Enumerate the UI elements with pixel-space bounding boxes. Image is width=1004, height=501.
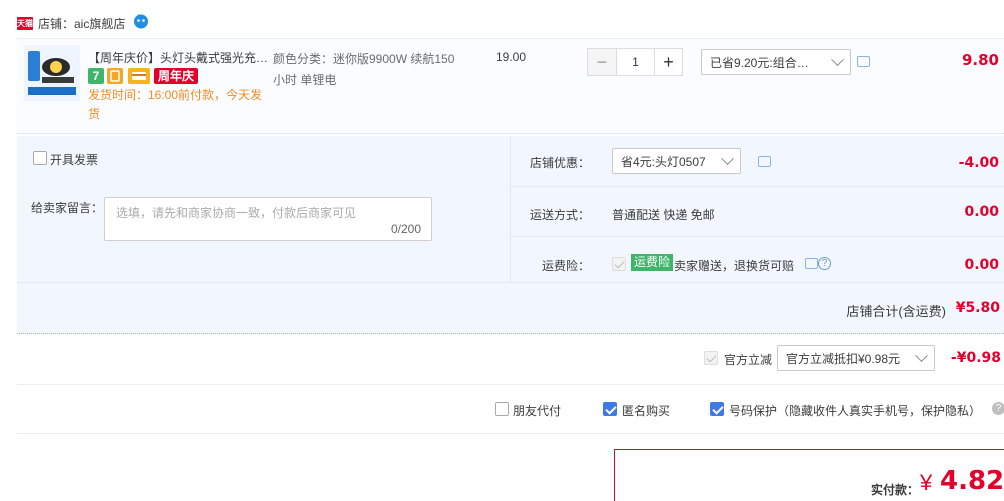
shop-total-label: 店铺合计(含运费) [846, 304, 946, 319]
shop-total-value: ¥5.80 [955, 300, 1000, 316]
quantity-stepper: − 1 + [587, 48, 683, 76]
question-icon[interactable]: ? [992, 402, 1004, 415]
divider [17, 282, 1004, 283]
qty-decrease-button[interactable]: − [588, 49, 616, 75]
shop-name[interactable]: 店铺：aic旗舰店 [38, 15, 125, 32]
shipping-method: 普通配送 快递 免邮 [612, 208, 715, 222]
seven-day-return-badge: 7 [88, 68, 104, 84]
shipping-amount: 0.00 [964, 204, 999, 220]
invoice-checkbox[interactable] [33, 151, 47, 165]
wangwang-chat-icon[interactable] [133, 13, 149, 29]
seller-message-input[interactable]: 选填，请先和商家协商一致，付款后商家可见 0/200 [104, 197, 432, 241]
anonymous-checkbox[interactable] [603, 402, 617, 416]
chevron-down-icon [831, 52, 844, 66]
chevron-down-icon [721, 151, 734, 165]
invoice-label[interactable]: 开具发票 [50, 151, 98, 168]
friend-pay-label[interactable]: 朋友代付 [513, 402, 561, 419]
help-icon[interactable]: ? [818, 257, 831, 270]
insurance-tag: 运费险 [631, 254, 674, 271]
shop-coupon-label: 店铺优惠： [529, 156, 590, 170]
shop-coupon-value: 省4元:头灯0507 [621, 154, 706, 169]
quantity-input[interactable]: 1 [616, 49, 654, 75]
qty-increase-button[interactable]: + [654, 49, 682, 75]
comment-icon[interactable] [758, 156, 771, 167]
divider [510, 236, 1004, 237]
payment-amount: 4.82 [940, 466, 1004, 496]
divider [510, 186, 1004, 187]
insurance-amount: 0.00 [964, 257, 999, 273]
anonymous-label[interactable]: 匿名购买 [622, 402, 670, 419]
number-protect-checkbox[interactable] [710, 402, 724, 416]
payment-label: 实付款： [871, 483, 920, 497]
guarantee-badge-icon [107, 68, 123, 84]
insurance-label: 运费险： [541, 259, 590, 273]
ship-time-note: 发货时间：16:00前付款，今天发货 [88, 88, 263, 121]
shipping-label: 运送方式： [529, 208, 590, 222]
unit-price: 19.00 [496, 50, 527, 64]
number-protect-label[interactable]: 号码保护（隐藏收件人真实手机号，保护隐私） [729, 402, 981, 419]
comment-icon[interactable] [805, 258, 818, 269]
product-thumbnail[interactable] [24, 45, 80, 101]
official-discount-select[interactable]: 官方立减抵扣¥0.98元 [777, 345, 935, 371]
official-discount-value: 官方立减抵扣¥0.98元 [786, 351, 901, 366]
divider [17, 433, 1004, 434]
message-char-count: 0/200 [390, 222, 421, 236]
card-pay-badge-icon [128, 68, 150, 84]
friend-pay-checkbox[interactable] [495, 402, 509, 416]
combo-discount-value: 已省9.20元:组合… [710, 55, 809, 70]
combo-discount-select[interactable]: 已省9.20元:组合… [701, 49, 851, 75]
official-discount-label: 官方立减 [724, 353, 773, 367]
item-sku: 颜色分类：迷你版9900W 续航150小时 单锂电 [273, 52, 455, 87]
insurance-checkbox [612, 257, 626, 271]
item-title[interactable]: 【周年庆价】头灯头戴式强光充… [88, 49, 270, 66]
tmall-logo: 天猫 [17, 17, 33, 30]
official-discount-checkbox [704, 351, 718, 365]
shop-coupon-amount: -4.00 [958, 155, 999, 171]
comment-icon[interactable] [857, 56, 870, 67]
message-placeholder: 选填，请先和商家协商一致，付款后商家可见 [116, 206, 357, 220]
payment-currency: ¥ [920, 470, 933, 495]
shop-coupon-select[interactable]: 省4元:头灯0507 [612, 148, 741, 174]
official-discount-amount: -¥0.98 [950, 350, 1001, 366]
divider [510, 136, 511, 282]
item-subtotal: 9.80 [961, 51, 999, 69]
chevron-down-icon [915, 348, 928, 362]
divider [17, 384, 1004, 385]
message-label: 给卖家留言： [31, 201, 104, 215]
anniversary-badge: 周年庆 [154, 68, 198, 84]
insurance-text: 卖家赠送，退换货可赔 [674, 259, 795, 273]
